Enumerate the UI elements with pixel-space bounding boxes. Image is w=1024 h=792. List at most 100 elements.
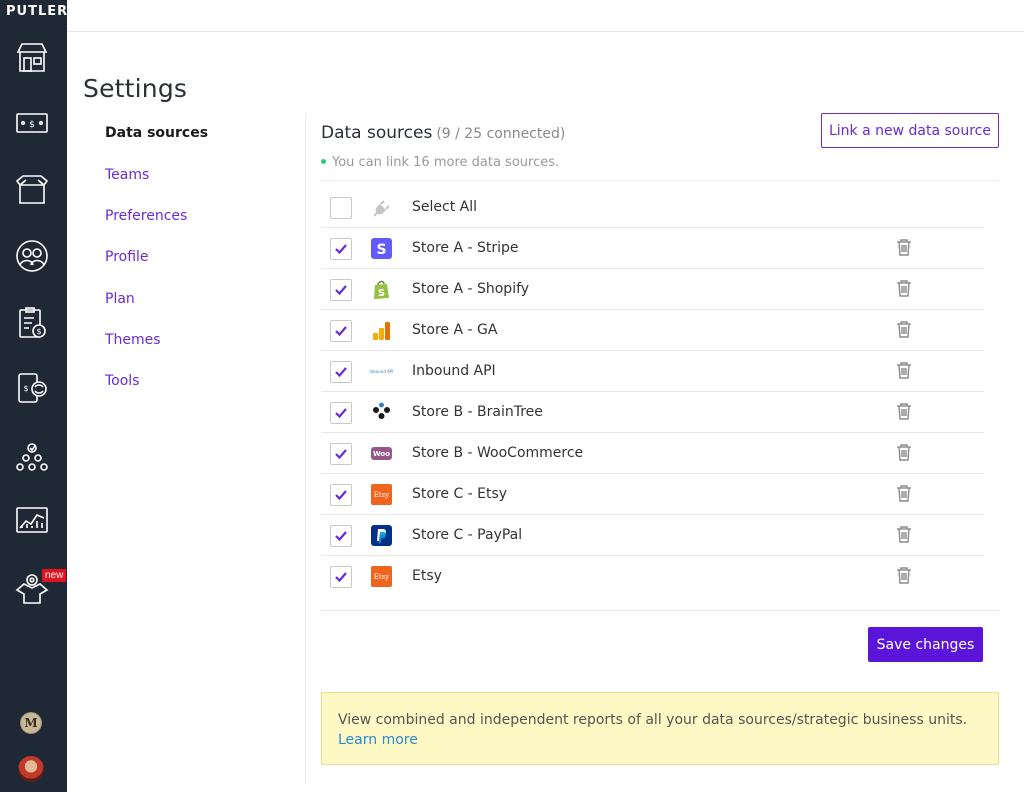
svg-text:$: $ — [29, 120, 35, 130]
trash-icon[interactable] — [895, 524, 913, 544]
data-source-label: Store A - GA — [412, 322, 498, 338]
data-source-label: Inbound API — [412, 363, 496, 379]
braintree-icon — [371, 402, 392, 423]
data-source-row: S Store A - Shopify — [321, 269, 984, 310]
team-icon[interactable] — [12, 437, 52, 477]
remaining-note-text: You can link 16 more data sources. — [332, 155, 560, 170]
page-title: Settings — [83, 74, 188, 103]
store-icon[interactable] — [12, 38, 52, 78]
etsy-icon: Etsy — [371, 566, 392, 587]
data-source-row: Woo Store B - WooCommerce — [321, 433, 984, 474]
data-source-label: Store C - PayPal — [412, 527, 523, 543]
data-source-checkbox[interactable] — [330, 443, 352, 465]
menu-item-plan[interactable]: Plan — [105, 291, 135, 307]
google-analytics-icon — [371, 320, 392, 341]
checkmark-icon — [335, 408, 347, 419]
inbound-api-icon-text: Inbound API — [369, 369, 394, 374]
connected-count: (9 / 25 connected) — [436, 126, 566, 142]
data-source-row: Inbound API Inbound API — [321, 351, 984, 392]
data-source-checkbox[interactable] — [330, 238, 352, 260]
subscription-icon[interactable]: $ — [12, 368, 52, 408]
data-source-checkbox[interactable] — [330, 484, 352, 506]
checkmark-icon — [335, 572, 347, 583]
data-source-label: Etsy — [412, 568, 442, 584]
sidebar: PUTLER $ $ $ new M — [0, 0, 67, 792]
data-source-label: Store B - WooCommerce — [412, 445, 584, 461]
data-source-row: Store A - GA — [321, 310, 984, 351]
section-title: Data sources (9 / 25 connected) — [321, 123, 565, 143]
trash-icon[interactable] — [895, 401, 913, 421]
data-source-checkbox[interactable] — [330, 361, 352, 383]
chart-icon[interactable] — [12, 500, 52, 540]
data-source-row: Store B - BrainTree — [321, 392, 984, 433]
info-text: View combined and independent reports of… — [338, 712, 968, 728]
menu-item-tools[interactable]: Tools — [105, 373, 140, 389]
stripe-icon: S — [371, 238, 392, 259]
data-source-checkbox[interactable] — [330, 566, 352, 588]
user-avatar[interactable] — [18, 756, 44, 782]
data-source-checkbox[interactable] — [330, 525, 352, 547]
content-divider — [305, 113, 306, 785]
list-top-divider — [321, 180, 999, 181]
new-badge: new — [42, 569, 67, 582]
trash-icon[interactable] — [895, 237, 913, 257]
trash-icon[interactable] — [895, 319, 913, 339]
save-changes-button[interactable]: Save changes — [868, 627, 983, 662]
svg-text:$: $ — [36, 327, 41, 336]
section-title-text: Data sources — [321, 123, 433, 143]
data-source-checkbox[interactable] — [330, 279, 352, 301]
box-icon[interactable] — [12, 169, 52, 209]
menu-item-themes[interactable]: Themes — [105, 332, 161, 348]
data-source-checkbox[interactable] — [330, 402, 352, 424]
trash-icon[interactable] — [895, 442, 913, 462]
svg-text:S: S — [376, 242, 386, 258]
info-box: View combined and independent reports of… — [321, 692, 999, 765]
select-all-checkbox[interactable] — [330, 197, 352, 219]
select-all-row: Select All — [321, 187, 984, 228]
top-bar — [67, 0, 1024, 32]
data-source-label: Store B - BrainTree — [412, 404, 543, 420]
menu-item-teams[interactable]: Teams — [105, 167, 149, 183]
link-new-data-source-button[interactable]: Link a new data source — [821, 113, 999, 148]
checkmark-icon — [335, 326, 347, 337]
data-source-row: Etsy Etsy — [321, 556, 984, 597]
money-icon[interactable]: $ — [12, 103, 52, 143]
paypal-icon — [371, 525, 392, 546]
brand-logo[interactable]: PUTLER — [6, 4, 68, 19]
plug-icon — [371, 197, 392, 218]
woocommerce-icon: Woo — [371, 447, 392, 460]
menu-item-preferences[interactable]: Preferences — [105, 208, 187, 224]
remaining-note: You can link 16 more data sources. — [321, 155, 559, 170]
learn-more-link[interactable]: Learn more — [338, 732, 418, 748]
woocommerce-icon-text: Woo — [372, 449, 391, 458]
data-source-label: Store A - Shopify — [412, 281, 530, 297]
svg-text:$: $ — [23, 384, 28, 393]
checkmark-icon — [335, 244, 347, 255]
etsy-icon-text: Etsy — [373, 490, 390, 499]
customers-icon[interactable] — [12, 236, 52, 276]
trash-icon[interactable] — [895, 278, 913, 298]
status-dot-icon — [321, 159, 326, 164]
menu-item-profile[interactable]: Profile — [105, 249, 149, 265]
trash-icon[interactable] — [895, 483, 913, 503]
workspace-avatar[interactable]: M — [20, 712, 42, 734]
checkmark-icon — [335, 531, 347, 542]
checkmark-icon — [335, 285, 347, 296]
list-bottom-divider — [321, 610, 999, 611]
checkmark-icon — [335, 367, 347, 378]
data-source-row: S Store A - Stripe — [321, 228, 984, 269]
data-source-label: Store C - Etsy — [412, 486, 508, 502]
trash-icon[interactable] — [895, 360, 913, 380]
trash-icon[interactable] — [895, 565, 913, 585]
etsy-icon-text: Etsy — [373, 572, 390, 581]
data-source-label: Store A - Stripe — [412, 240, 519, 256]
shopify-icon: S — [371, 279, 392, 300]
menu-item-data-sources[interactable]: Data sources — [105, 125, 208, 141]
checkmark-icon — [335, 490, 347, 501]
report-icon[interactable]: $ — [12, 303, 52, 343]
select-all-label: Select All — [412, 199, 477, 215]
svg-text:S: S — [378, 288, 385, 299]
etsy-icon: Etsy — [371, 484, 392, 505]
data-source-checkbox[interactable] — [330, 320, 352, 342]
checkmark-icon — [335, 449, 347, 460]
